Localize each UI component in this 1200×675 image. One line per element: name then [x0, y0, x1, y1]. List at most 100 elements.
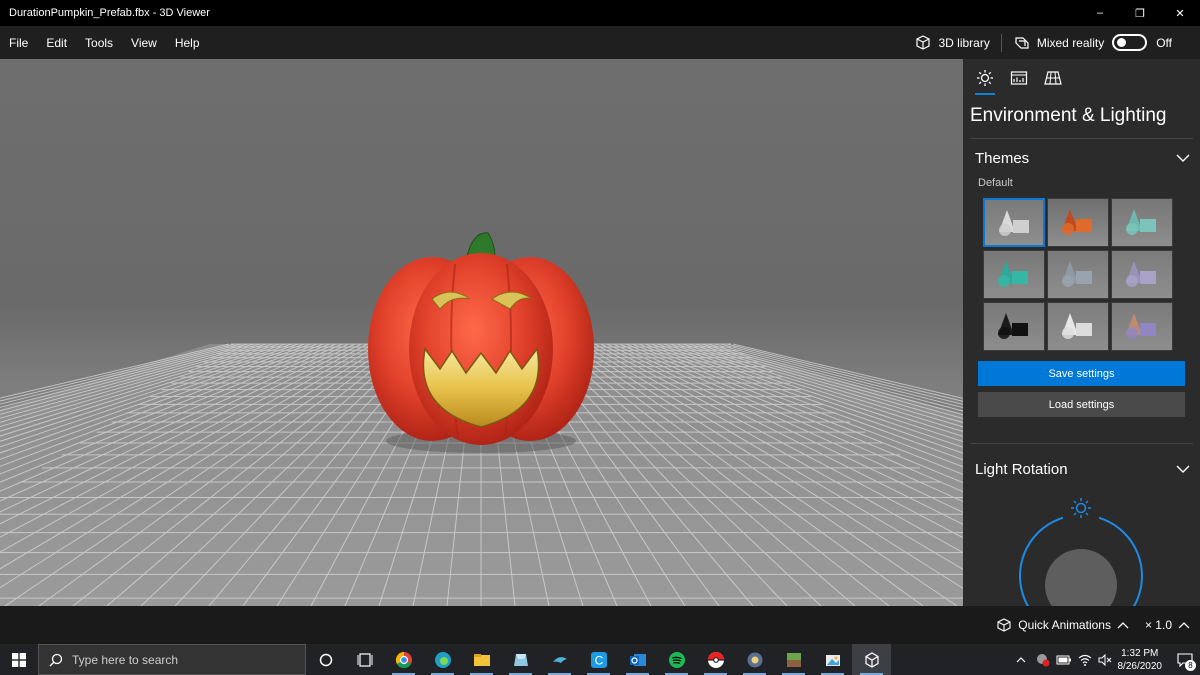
app-window: DurationPumpkin_Prefab.fbx - 3D Viewer –…: [0, 0, 1200, 675]
network-warning-icon[interactable]: [1036, 653, 1050, 667]
scene-canvas: [0, 232, 963, 606]
bottom-strip: Quick Animations × 1.0: [0, 606, 1200, 644]
taskbar-app-task-view[interactable]: [345, 644, 384, 675]
svg-text:C: C: [594, 653, 603, 667]
task-view-icon: [357, 652, 372, 667]
window-title: DurationPumpkin_Prefab.fbx - 3D Viewer: [9, 7, 210, 19]
quick-animations-button[interactable]: Quick Animations: [1018, 618, 1111, 632]
taskbar-app-pokeball[interactable]: [696, 644, 735, 675]
menu-help[interactable]: Help: [166, 36, 209, 50]
sun-icon: [977, 70, 993, 86]
tab-stats[interactable]: [1005, 59, 1033, 97]
notification-badge: 8: [1185, 660, 1196, 671]
pumpkin-model: [368, 232, 594, 453]
menu-bar: File Edit Tools View Help 3D library Mix…: [0, 26, 1200, 59]
menu-file[interactable]: File: [0, 36, 37, 50]
taskbar-app-cube-app[interactable]: [501, 644, 540, 675]
3d-library-button[interactable]: 3D library: [914, 34, 990, 52]
minecraft-icon: [786, 652, 801, 667]
menu-separator: [1000, 33, 1002, 52]
theme-thumb-green[interactable]: [983, 250, 1045, 299]
chevron-down-icon: [1176, 465, 1190, 473]
dolphin-icon: [552, 656, 567, 663]
theme-preview-shapes: [1126, 209, 1156, 235]
theme-thumb-teal[interactable]: [1111, 198, 1173, 247]
title-bar: DurationPumpkin_Prefab.fbx - 3D Viewer –…: [0, 0, 1200, 26]
tab-environment[interactable]: [971, 59, 999, 97]
mixed-reality-toggle[interactable]: [1112, 34, 1148, 51]
grid-icon: [1044, 71, 1062, 85]
taskbar-app-spotify[interactable]: [657, 644, 696, 675]
volume-muted-icon[interactable]: [1098, 653, 1112, 666]
chevron-up-icon[interactable]: [1178, 621, 1190, 629]
search-placeholder: Type here to search: [72, 652, 179, 667]
wifi-icon[interactable]: [1078, 654, 1092, 666]
menu-tools[interactable]: Tools: [76, 36, 122, 50]
pokeball-icon: [707, 651, 724, 668]
taskbar-apps: C: [306, 644, 891, 675]
theme-preview-shapes: [1062, 261, 1092, 287]
chevron-up-icon[interactable]: [1117, 621, 1129, 629]
taskbar-app-gear-app[interactable]: [735, 644, 774, 675]
toggle-knob: [1117, 38, 1127, 47]
taskbar-app-3d-viewer[interactable]: [852, 644, 891, 675]
load-settings-button[interactable]: Load settings: [978, 392, 1185, 417]
clock[interactable]: 1:32 PM 8/26/2020: [1118, 647, 1163, 673]
light-rotation-dial[interactable]: [963, 488, 1200, 606]
theme-preview-shapes: [998, 261, 1028, 287]
taskbar-search[interactable]: Type here to search: [38, 644, 306, 675]
theme-thumb-default[interactable]: [983, 198, 1045, 247]
taskbar-app-chrome[interactable]: [384, 644, 423, 675]
outlook-icon: [629, 653, 646, 666]
taskbar-app-minecraft[interactable]: [774, 644, 813, 675]
theme-preview-shapes: [1062, 313, 1092, 339]
start-button[interactable]: [0, 644, 38, 675]
theme-thumb-sunset[interactable]: [1111, 302, 1173, 351]
taskbar-app-c-app[interactable]: C: [579, 644, 618, 675]
file-explorer-icon: [473, 653, 490, 666]
mixed-reality-button[interactable]: Mixed reality Off: [1013, 34, 1200, 52]
gear-app-icon: [747, 652, 762, 667]
theme-preview-shapes: [1126, 261, 1156, 287]
close-button[interactable]: ✕: [1160, 0, 1200, 26]
panel-divider: [970, 443, 1193, 444]
window-controls: – ❐ ✕: [1080, 0, 1200, 26]
themes-header[interactable]: Themes: [963, 139, 1200, 177]
theme-preview-shapes: [1062, 209, 1092, 235]
battery-icon[interactable]: [1056, 655, 1072, 665]
3d-viewport[interactable]: [0, 59, 963, 606]
taskbar-app-file-explorer[interactable]: [462, 644, 501, 675]
chevron-up-icon[interactable]: [1016, 656, 1026, 663]
panel-tabs: [963, 59, 1200, 97]
side-panel: Environment & Lighting Themes Default Sa…: [963, 59, 1200, 606]
menu-edit[interactable]: Edit: [37, 36, 76, 50]
taskbar-app-cortana[interactable]: [306, 644, 345, 675]
animation-speed[interactable]: × 1.0: [1145, 618, 1172, 632]
clock-date: 8/26/2020: [1117, 660, 1163, 672]
menu-right-group: 3D library Mixed reality Off: [914, 26, 1200, 59]
3d-library-icon: [916, 34, 931, 50]
theme-preview-shapes: [998, 313, 1028, 339]
light-rotation-header[interactable]: Light Rotation: [963, 450, 1200, 488]
tab-grid[interactable]: [1039, 59, 1067, 97]
taskbar: Type here to search C 1:32 PM 8/26/2020 …: [0, 644, 1200, 675]
taskbar-app-photo[interactable]: [813, 644, 852, 675]
chevron-down-icon: [1176, 154, 1190, 162]
theme-thumb-warm[interactable]: [1047, 198, 1109, 247]
action-center-button[interactable]: 8: [1170, 644, 1200, 675]
taskbar-app-edge[interactable]: [423, 644, 462, 675]
mixed-reality-state: Off: [1156, 35, 1172, 50]
menu-view[interactable]: View: [122, 36, 166, 50]
selected-theme-label: Default: [978, 177, 1013, 189]
theme-thumb-lilac[interactable]: [1111, 250, 1173, 299]
theme-thumb-slate[interactable]: [1047, 250, 1109, 299]
save-settings-button[interactable]: Save settings: [978, 361, 1185, 386]
3d-viewer-icon: [864, 651, 879, 668]
theme-thumb-white[interactable]: [1047, 302, 1109, 351]
theme-thumb-dark[interactable]: [983, 302, 1045, 351]
taskbar-app-outlook[interactable]: [618, 644, 657, 675]
taskbar-app-dolphin[interactable]: [540, 644, 579, 675]
minimize-button[interactable]: –: [1080, 0, 1120, 26]
maximize-button[interactable]: ❐: [1120, 0, 1160, 26]
spotify-icon: [668, 651, 685, 668]
